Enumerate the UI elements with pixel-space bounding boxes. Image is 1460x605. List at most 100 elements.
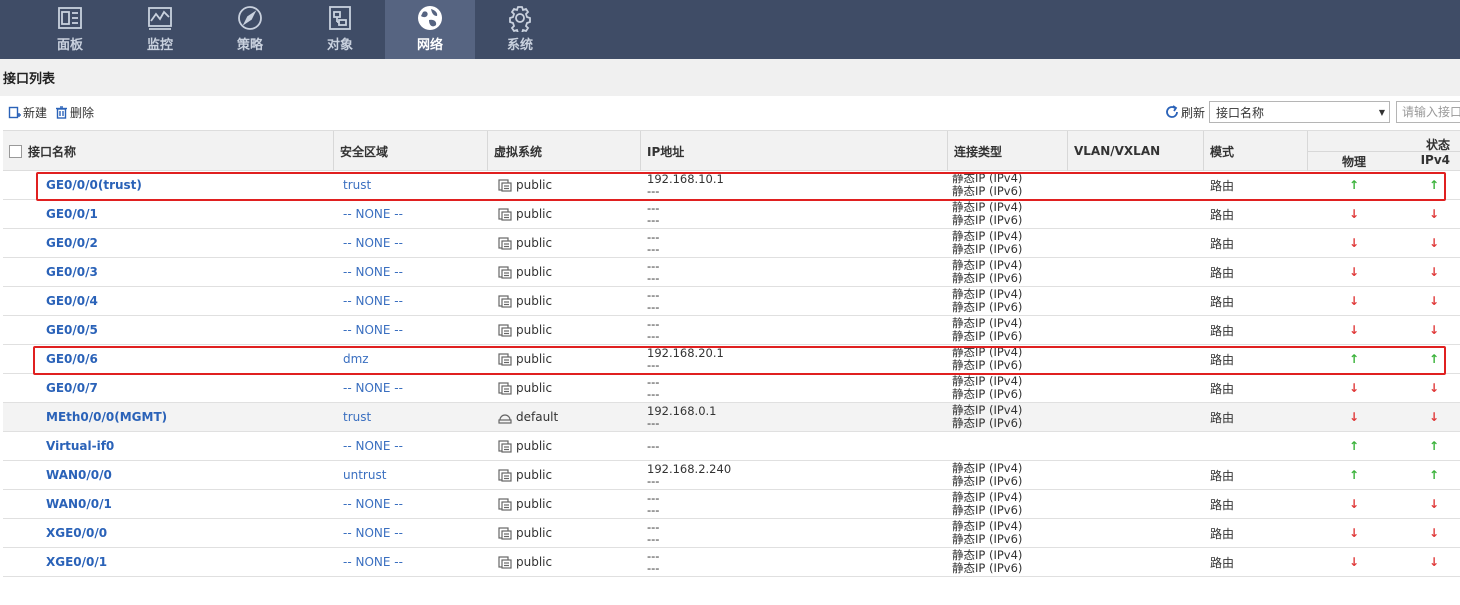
nav-network[interactable]: 网络: [385, 0, 475, 59]
ip-line-2: ---: [647, 503, 660, 517]
interface-name-link[interactable]: GE0/0/5: [46, 316, 98, 344]
interface-name-link[interactable]: GE0/0/4: [46, 287, 98, 315]
arrow-down-icon: ↓: [1349, 555, 1360, 569]
col-ip[interactable]: IP地址: [640, 131, 947, 171]
page-title-bar: 接口列表: [0, 59, 1460, 96]
interface-name-link[interactable]: XGE0/0/1: [46, 548, 107, 576]
vsys-icon: [498, 526, 516, 540]
interface-name-link[interactable]: GE0/0/7: [46, 374, 98, 402]
delete-button[interactable]: 删除: [55, 104, 94, 121]
nav-label: 策略: [236, 38, 263, 53]
vsys-label: public: [516, 555, 553, 569]
arrow-up-icon: ↑: [1349, 468, 1360, 482]
col-mode[interactable]: 模式: [1203, 131, 1307, 171]
interface-name-link[interactable]: WAN0/0/0: [46, 461, 112, 489]
ip-line-2: ---: [647, 532, 660, 546]
physical-status: ↓: [1349, 287, 1359, 315]
table-row[interactable]: GE0/0/4 -- NONE -- public --- --- 静态IP (IPv4)…: [3, 287, 1460, 316]
security-zone: untrust: [343, 468, 387, 482]
interface-name-link[interactable]: MEth0/0/0(MGMT): [46, 403, 167, 431]
ip-address: --- ---: [647, 316, 659, 344]
arrow-up-icon: ↑: [1429, 439, 1440, 453]
col-status: 状态 物理 IPv4: [1307, 131, 1460, 171]
interface-name-link[interactable]: GE0/0/3: [46, 258, 98, 286]
ipv4-status: ↑: [1429, 461, 1439, 489]
col-conn-type[interactable]: 连接类型: [947, 131, 1067, 171]
vsys-icon: [498, 381, 516, 395]
divider: [1308, 151, 1460, 152]
nav-monitor[interactable]: 监控: [115, 0, 205, 59]
ipv4-status: ↓: [1429, 374, 1439, 402]
nav-policy[interactable]: 策略: [205, 0, 295, 59]
connection-type: 静态IP (IPv4) 静态IP (IPv6): [952, 229, 1022, 257]
vsys-label: public: [516, 294, 553, 308]
table-row[interactable]: WAN0/0/0 untrust public 192.168.2.240 --- 静态I…: [3, 461, 1460, 490]
virtual-system: public: [498, 432, 552, 460]
table-row[interactable]: MEth0/0/0(MGMT) trust default 192.168.0.1 --…: [3, 403, 1460, 432]
table-row[interactable]: GE0/0/5 -- NONE -- public --- --- 静态IP (IPv4)…: [3, 316, 1460, 345]
interface-name-link[interactable]: GE0/0/1: [46, 200, 98, 228]
ip-address: --- ---: [647, 374, 659, 402]
table-row[interactable]: GE0/0/3 -- NONE -- public --- --- 静态IP (IPv4)…: [3, 258, 1460, 287]
filter-field-select[interactable]: 接口名称 ▼: [1209, 101, 1390, 123]
nav-object[interactable]: 对象: [295, 0, 385, 59]
ipv4-status: ↑: [1429, 432, 1439, 460]
table-row[interactable]: GE0/0/2 -- NONE -- public --- --- 静态IP (IPv4)…: [3, 229, 1460, 258]
col-mode-label: 模式: [1210, 144, 1235, 159]
security-zone: -- NONE --: [343, 439, 403, 453]
ipv4-status: ↓: [1429, 519, 1439, 547]
col-vsys[interactable]: 虚拟系统: [487, 131, 640, 171]
ip-address: 192.168.2.240 ---: [647, 461, 731, 489]
security-zone: -- NONE --: [343, 294, 403, 308]
nav-label: 对象: [326, 38, 353, 53]
mode: 路由: [1210, 265, 1235, 280]
nav-system[interactable]: 系统: [475, 0, 565, 59]
interface-name-link[interactable]: WAN0/0/1: [46, 490, 112, 518]
search-input[interactable]: [1396, 101, 1460, 123]
connection-type: 静态IP (IPv4) 静态IP (IPv6): [952, 258, 1022, 286]
ipv4-status: ↓: [1429, 403, 1439, 431]
col-zone-label: 安全区域: [340, 144, 389, 159]
interface-name-link[interactable]: XGE0/0/0: [46, 519, 107, 547]
nav-dashboard[interactable]: 面板: [25, 0, 115, 59]
refresh-button[interactable]: 刷新: [1165, 104, 1205, 121]
mode: 路由: [1210, 207, 1235, 222]
vsys-icon: [498, 555, 516, 569]
arrow-down-icon: ↓: [1429, 294, 1440, 308]
col-zone[interactable]: 安全区域: [333, 131, 487, 171]
ip-line-1: 192.168.2.240: [647, 462, 732, 476]
table-row[interactable]: XGE0/0/1 -- NONE -- public --- --- 静态IP (IPv4…: [3, 548, 1460, 577]
table-row[interactable]: GE0/0/1 -- NONE -- public --- --- 静态IP (IPv4)…: [3, 200, 1460, 229]
interface-name-link[interactable]: GE0/0/2: [46, 229, 98, 257]
ip-line-2: ---: [647, 561, 660, 575]
vsys-label: public: [516, 265, 553, 279]
table-row[interactable]: GE0/0/6 dmz public 192.168.20.1 --- 静态IP (IPv…: [3, 345, 1460, 374]
vsys-icon: [498, 178, 516, 192]
interface-name-link[interactable]: GE0/0/6: [46, 345, 98, 373]
col-name-label: 接口名称: [28, 144, 77, 159]
ipv4-status: ↑: [1429, 171, 1439, 199]
interface-name-link[interactable]: Virtual-if0: [46, 432, 114, 460]
refresh-label: 刷新: [1180, 105, 1205, 120]
arrow-down-icon: ↓: [1349, 323, 1360, 337]
ip-address: --- ---: [647, 548, 659, 576]
mode: 路由: [1210, 526, 1235, 541]
table-row[interactable]: XGE0/0/0 -- NONE -- public --- --- 静态IP (IPv4…: [3, 519, 1460, 548]
object-icon: [329, 6, 351, 30]
vsys-icon: [498, 265, 516, 279]
new-button[interactable]: 新建: [8, 104, 47, 121]
table-row[interactable]: Virtual-if0 -- NONE -- public --- ↑ ↑: [3, 432, 1460, 461]
table-row[interactable]: WAN0/0/1 -- NONE -- public --- --- 静态IP (IPv4…: [3, 490, 1460, 519]
col-name[interactable]: 接口名称: [3, 131, 333, 171]
col-vlan[interactable]: VLAN/VXLAN: [1067, 131, 1203, 171]
interface-name-link[interactable]: GE0/0/0(trust): [46, 171, 142, 199]
vsys-label: public: [516, 236, 553, 250]
table-row[interactable]: GE0/0/7 -- NONE -- public --- --- 静态IP (IPv4)…: [3, 374, 1460, 403]
toolbar: 新建 删除 刷新 接口名称 ▼: [0, 96, 1460, 128]
vsys-label: public: [516, 439, 553, 453]
select-all-checkbox[interactable]: [9, 144, 22, 158]
table-row[interactable]: GE0/0/0(trust) trust public 192.168.10.1 ---…: [3, 171, 1460, 200]
col-ipv4-label: IPv4: [1420, 153, 1450, 167]
ip-address: --- ---: [647, 258, 659, 286]
ipv4-status: ↓: [1429, 258, 1439, 286]
